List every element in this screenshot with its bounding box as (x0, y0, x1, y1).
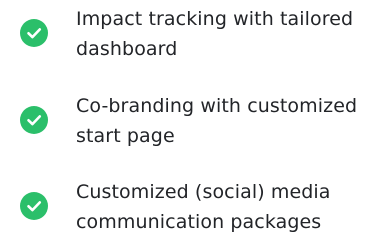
feature-item-co-branding: Co-branding with customized start page (0, 91, 384, 161)
feature-list: Impact tracking with tailored dashboard … (0, 0, 384, 246)
check-circle-icon (20, 106, 48, 134)
feature-text: Impact tracking with tailored dashboard (76, 4, 376, 64)
feature-text: Co-branding with customized start page (76, 91, 376, 151)
feature-line-1: Customized (social) media (76, 181, 331, 203)
check-circle-icon (20, 19, 48, 47)
feature-line-1: Co-branding with customized (76, 95, 358, 117)
feature-item-media-packages: Customized (social) media communication … (0, 177, 384, 247)
feature-text: Customized (social) media communication … (76, 177, 376, 237)
feature-item-impact-tracking: Impact tracking with tailored dashboard (0, 4, 384, 74)
feature-line-1: Impact tracking with tailored (76, 8, 354, 30)
feature-line-2: dashboard (76, 38, 178, 60)
check-circle-icon (20, 192, 48, 220)
feature-line-2: start page (76, 125, 175, 147)
feature-line-2: communication packages (76, 211, 322, 233)
